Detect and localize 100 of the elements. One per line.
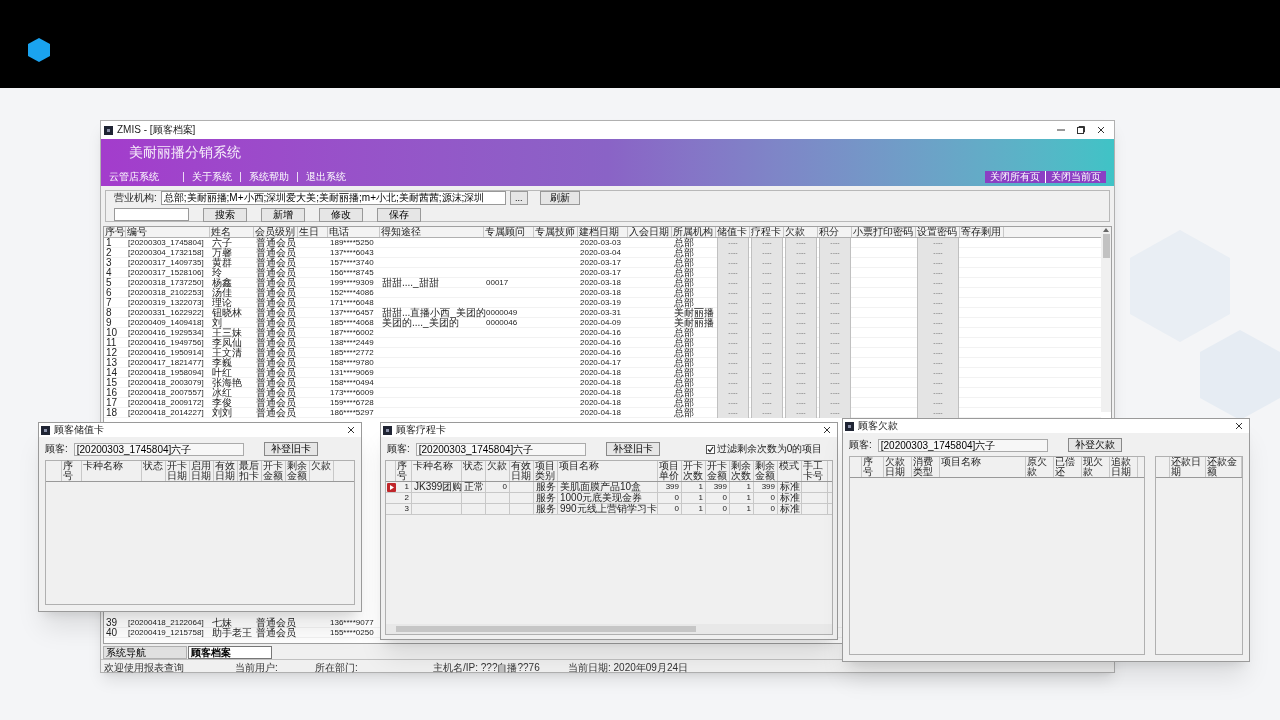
column-header[interactable]: 剩余金额 [286,461,310,481]
column-header[interactable]: 卡种名称 [82,461,142,481]
add-button[interactable]: 新增 [261,207,305,222]
search-field[interactable] [114,208,189,221]
column-header[interactable]: 小票打印密码 [852,227,916,237]
column-header[interactable]: 启用日期 [190,461,214,481]
column-header[interactable]: 得知途径 [380,227,484,237]
add-card-button[interactable]: 补登旧卡 [263,442,318,456]
column-header[interactable]: 储值卡 [716,227,750,237]
column-header[interactable]: 序号 [104,227,126,237]
table-cell: 0 [486,482,510,492]
column-header[interactable]: 入会日期 [628,227,672,237]
column-header[interactable]: 还款日期 [1170,457,1206,477]
table-cell-text: 16 [105,388,119,398]
column-header[interactable]: 专属技师 [534,227,578,237]
menu-item[interactable]: 退出系统 [297,172,354,182]
table-cell-text: 2020-03-18 [579,288,622,298]
page-action-link[interactable]: 关闭所有页 [985,171,1045,183]
column-header[interactable]: 欠款日期 [884,457,912,477]
column-header[interactable]: 剩余金额 [754,461,778,481]
menu-item[interactable]: 系统帮助 [240,172,297,182]
column-header[interactable]: 生日 [298,227,328,237]
column-header[interactable]: 编号 [126,227,210,237]
column-header[interactable]: 积分 [818,227,852,237]
checkbox[interactable] [705,444,715,454]
page-tab[interactable]: 系统导航 [103,646,187,659]
column-header[interactable]: 开卡金额 [706,461,730,481]
table-cell-text: 六子 [210,238,233,248]
add-debt-button[interactable]: 补登欠款 [1067,438,1122,452]
column-header[interactable]: 开卡金额 [262,461,286,481]
edit-button[interactable]: 修改 [319,207,363,222]
column-header[interactable]: 项目类别 [534,461,558,481]
column-header[interactable]: 序号 [396,461,412,481]
column-header[interactable]: 所属机构 [672,227,716,237]
customer-field[interactable]: [20200303_1745804]六子 [415,442,586,456]
search-button[interactable]: 搜索 [203,207,247,222]
column-header[interactable]: 建档日期 [578,227,628,237]
column-header[interactable]: 已偿还 [1054,457,1082,477]
column-header[interactable]: 电话 [328,227,380,237]
column-header[interactable]: 序号 [862,457,884,477]
column-header[interactable]: 最后扣卡 [238,461,262,481]
column-header[interactable]: 姓名 [210,227,254,237]
table-cell-text: 137****6043 [329,248,375,258]
org-field[interactable]: 总部;美耐丽播;M+小西;深圳爱大美;美耐丽播;m+小北;美耐茜茜;源沫;深圳 [160,190,506,205]
column-header[interactable]: 开卡次数 [682,461,706,481]
column-header[interactable]: 序号 [62,461,82,481]
page-tab[interactable]: 顾客档案 [188,646,272,659]
field-label: 顾客: [387,444,410,454]
save-button[interactable]: 保存 [377,207,421,222]
column-header[interactable]: 项目名称 [558,461,658,481]
scroll-thumb[interactable] [396,626,696,632]
column-header[interactable]: 寄存剩用 [960,227,1004,237]
column-header[interactable]: 状态 [142,461,166,481]
column-header[interactable]: 剩余次数 [730,461,754,481]
table-cell-text: 2020-03-31 [579,308,622,318]
table-cell-text: 总部 [673,398,695,408]
column-header[interactable]: 欠款 [486,461,510,481]
table-cell: 3 [396,504,412,514]
column-header[interactable]: 有效日期 [510,461,534,481]
column-header[interactable]: 现欠款 [1082,457,1110,477]
column-header[interactable]: 项目单价 [658,461,682,481]
customer-field[interactable]: [20200303_1745804]六子 [877,438,1048,452]
column-header[interactable]: 模式 [778,461,802,481]
column-header[interactable]: 开卡日期 [166,461,190,481]
scrollbar[interactable] [1101,227,1111,412]
column-header[interactable]: 消费类型 [912,457,940,477]
table-cell-text: [20200317_1409735] [127,258,205,268]
column-header[interactable]: 项目名称 [940,457,1026,477]
table-cell-text: 189****5250 [329,238,375,248]
table-cell-text: 总部 [673,358,695,368]
column-header[interactable]: 卡种名称 [412,461,462,481]
column-header[interactable]: 手工卡号 [802,461,828,481]
column-header[interactable]: 专属顾问 [484,227,534,237]
table-cell-text: 2020-04-16 [579,328,622,338]
scroll-thumb[interactable] [1102,234,1110,258]
menu-item[interactable]: 关于系统 [183,172,240,182]
table-cell: 399 [658,482,682,492]
menu-item[interactable]: 云管店系统 [109,172,183,182]
dialog-title: 顾客疗程卡 [396,425,446,435]
column-header[interactable]: 有效日期 [214,461,238,481]
column-header[interactable]: 还款金额 [1206,457,1242,477]
column-header[interactable]: 欠款 [310,461,334,481]
app-icon [104,125,113,135]
customer-field[interactable]: [20200303_1745804]六子 [73,442,244,456]
table-cell-text: 总部 [673,268,695,278]
column-header[interactable]: 状态 [462,461,486,481]
table-cell: 0 [658,493,682,503]
browse-button[interactable]: ... [509,190,528,205]
column-header[interactable]: 疗程卡 [750,227,784,237]
status-text: 主机名/IP: ???自播??76 [433,662,540,673]
column-header[interactable]: 追款日期 [1110,457,1138,477]
page-action-link[interactable]: 关闭当前页 [1045,171,1106,183]
scrollbar[interactable] [386,624,832,634]
column-header[interactable]: 设置密码 [916,227,960,237]
column-header[interactable]: 原欠款 [1026,457,1054,477]
column-header[interactable]: 欠款 [784,227,818,237]
table-cell-text: 158****9780 [329,358,375,368]
refresh-button[interactable]: 刷新 [539,190,580,205]
add-card-button[interactable]: 补登旧卡 [605,442,660,456]
column-header[interactable]: 会员级别 [254,227,298,237]
